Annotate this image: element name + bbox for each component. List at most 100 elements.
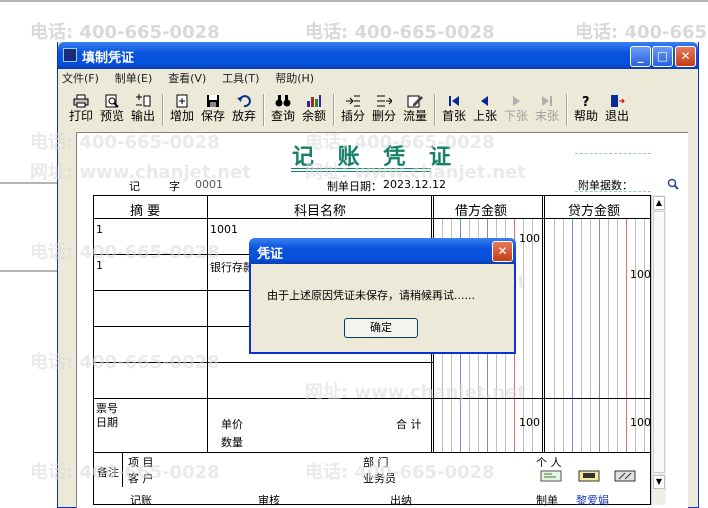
exit-button[interactable]: 退出 [602,92,632,128]
magnifier-icon [105,94,119,108]
scroll-thumb[interactable] [653,211,665,473]
question-mark-icon: ? [582,95,590,108]
ok-button[interactable]: 确定 [344,318,418,338]
error-dialog: 凭证 ✕ 由于上述原因凭证未保存，请稍候再试...... 确定 [249,238,516,354]
watermark-site: 网址: www.chanjet.net [305,162,526,183]
export-button[interactable]: 输出 [128,92,158,128]
cashflow-button[interactable]: 流量 [400,92,430,128]
individual-label: 个 人 [536,456,562,469]
ticket-date-label: 日期 [96,416,118,429]
bookkeeper-label: 记账 [130,494,152,507]
row-divider [94,452,650,453]
print-label: 打印 [68,109,93,123]
query-label: 查询 [270,109,295,123]
dialog-close-button[interactable]: ✕ [492,241,513,262]
scroll-down-arrow[interactable]: ▼ [653,475,665,489]
insert-entry-button[interactable]: 插分 [338,92,368,128]
card-icon[interactable] [540,470,562,482]
binoculars-icon [275,95,291,107]
svg-text:?: ? [582,95,590,108]
exit-label: 退出 [604,109,629,123]
menu-view[interactable]: 查看(V) [168,70,206,86]
background-divider [0,270,60,272]
total-label: 合 计 [396,418,422,431]
cashier-label: 出纳 [390,494,412,507]
toolbar-separator [263,94,265,126]
delete-entry-label: 删分 [371,109,396,123]
delete-row-icon [377,95,392,107]
watermark-phone: 电话: 400-665-0028 [30,352,220,373]
row1-account[interactable]: 1001 [210,223,238,236]
last-button[interactable]: 末张 [532,92,562,128]
decor-line [575,153,651,154]
row2-credit[interactable]: 100 [630,268,651,281]
vertical-scrollbar[interactable]: ▲ ▼ [651,195,666,505]
discard-button[interactable]: 放弃 [229,92,259,128]
maximize-button[interactable]: □ [652,46,673,67]
discard-label: 放弃 [231,109,256,123]
quantity-label: 数量 [221,436,243,449]
new-document-icon [176,94,188,108]
preview-button[interactable]: 预览 [97,92,127,128]
watermark-phone: 电话: 400-665-0028 [575,22,708,43]
row1-debit[interactable]: 100 [519,232,540,245]
row1-summary[interactable]: 1 [96,223,103,236]
help-button[interactable]: ? 帮助 [571,92,601,128]
app-icon [63,48,77,62]
save-label: 保存 [200,109,225,123]
floppy-disk-icon [207,95,219,107]
menu-tools[interactable]: 工具(T) [222,70,259,86]
prev-label: 上张 [472,109,497,123]
attachments-field[interactable] [575,191,651,192]
help-label: 帮助 [573,109,598,123]
insert-row-icon [346,95,360,107]
balance-button[interactable]: 余额 [299,92,329,128]
delete-entry-button[interactable]: 删分 [369,92,399,128]
dialog-titlebar[interactable]: 凭证 ✕ [249,238,516,264]
print-button[interactable]: 打印 [66,92,96,128]
scroll-up-arrow[interactable]: ▲ [653,196,665,210]
insert-entry-label: 插分 [340,109,365,123]
query-button[interactable]: 查询 [268,92,298,128]
col-divider [207,196,208,452]
menu-file[interactable]: 文件(F) [62,70,99,86]
unit-price-label: 单价 [221,418,243,431]
window-titlebar[interactable]: 填制凭证 _ □ ✕ [58,42,698,69]
pencil-document-icon [407,95,423,108]
watermark-site: 网址: www.chanjet.net [305,382,526,403]
next-label: 下张 [503,109,528,123]
dialog-message: 由于上述原因凭证未保存，请稍候再试...... [267,289,475,302]
row-divider [94,218,650,219]
reviewer-label: 审核 [258,494,280,507]
exit-door-icon [611,95,625,107]
last-label: 末张 [534,109,559,123]
search-icon[interactable] [667,178,679,190]
minimize-button[interactable]: _ [630,46,651,67]
col-divider [544,196,545,452]
save-button[interactable]: 保存 [198,92,228,128]
watermark-phone: 电话: 400-665-0028 [305,22,495,43]
toolbar-separator [566,94,568,126]
toolbar-separator [162,94,164,126]
next-button[interactable]: 下张 [501,92,531,128]
menu-voucher[interactable]: 制单(E) [115,70,153,86]
header-credit: 贷方金额 [568,204,621,219]
search-list-icon[interactable] [614,470,636,482]
balance-label: 余额 [301,109,326,123]
printer-icon [73,94,89,108]
undo-icon [237,95,251,108]
next-icon [513,96,520,106]
export-label: 输出 [130,109,155,123]
menu-bar: 文件(F) 制单(E) 查看(V) 工具(T) 帮助(H) [62,70,326,88]
col-divider [542,196,543,452]
watermark-site: 网址: www.chanjet.net [30,162,251,183]
preparer-label: 制单 [536,494,558,507]
add-button[interactable]: 增加 [167,92,197,128]
watermark-phone: 电话: 400-665-0028 [30,132,220,153]
add-label: 增加 [169,109,194,123]
close-button[interactable]: ✕ [675,46,696,67]
calculator-icon[interactable] [578,470,600,482]
menu-help[interactable]: 帮助(H) [275,70,314,86]
first-button[interactable]: 首张 [439,92,469,128]
prev-button[interactable]: 上张 [470,92,500,128]
